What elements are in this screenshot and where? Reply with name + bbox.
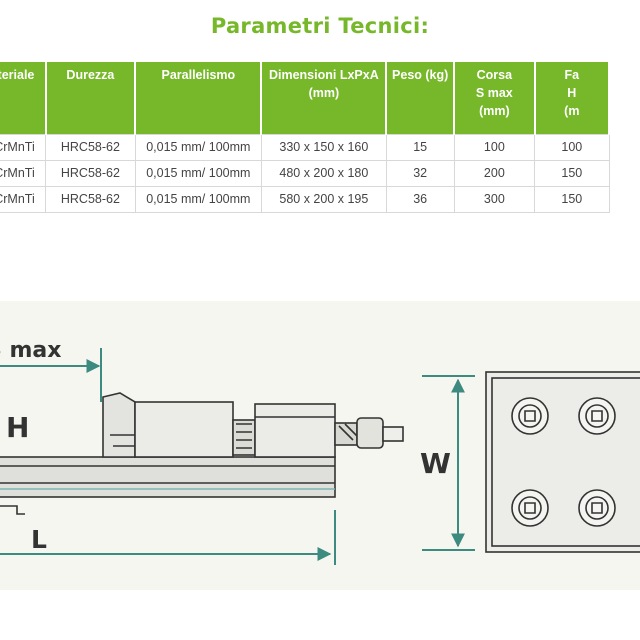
cell-corsa: 300 (454, 186, 536, 213)
smax-label: S max (0, 338, 62, 363)
header-peso: Peso (kg) (386, 62, 456, 134)
cell-corsa: 200 (454, 160, 536, 187)
table-header-row: Materiale Durezza Parallelismo Dimension… (0, 62, 611, 134)
cell-durezza: HRC58-62 (45, 186, 136, 213)
table-row: 20CrMnTi HRC58-62 0,015 mm/ 100mm 580 x … (0, 186, 610, 213)
cell-peso: 15 (386, 133, 455, 161)
cell-materiale: 20CrMnTi (0, 133, 47, 161)
table-row: 20CrMnTi HRC58-62 0,015 mm/ 100mm 330 x … (0, 133, 610, 161)
vise-side-view (0, 392, 404, 515)
cell-dimensioni: 480 x 200 x 180 (261, 160, 387, 187)
cell-corsa: 100 (454, 133, 536, 161)
vise-top-view (485, 371, 640, 553)
cell-parallelismo: 0,015 mm/ 100mm (135, 160, 262, 187)
cell-peso: 36 (386, 186, 455, 213)
header-h: Fa H (m (534, 62, 611, 134)
w-label: W (420, 447, 451, 480)
header-durezza: Durezza (45, 62, 137, 134)
cell-materiale: 20CrMnTi (0, 186, 47, 213)
header-corsa: Corsa S max (mm) (454, 62, 536, 134)
cell-peso: 32 (386, 160, 455, 187)
cell-dimensioni: 330 x 150 x 160 (261, 133, 387, 161)
vise-technical-drawing: S max H L W (0, 301, 640, 590)
cell-materiale: 20CrMnTi (0, 160, 47, 187)
l-label: L (31, 525, 47, 554)
cell-parallelismo: 0,015 mm/ 100mm (135, 186, 262, 213)
cell-h: 150 (534, 160, 610, 187)
cell-durezza: HRC58-62 (45, 133, 136, 161)
vise-drawing-svg (0, 348, 640, 565)
header-materiale: Materiale (0, 62, 47, 134)
spec-table: Materiale Durezza Parallelismo Dimension… (0, 62, 611, 213)
page-title: Parametri Tecnici: (210, 14, 430, 38)
cell-parallelismo: 0,015 mm/ 100mm (135, 133, 262, 161)
cell-dimensioni: 580 x 200 x 195 (261, 186, 387, 213)
header-dimensioni: Dimensioni LxPxA (mm) (261, 62, 388, 134)
cell-h: 150 (534, 186, 610, 213)
l-dimension (0, 510, 336, 565)
table-row: 20CrMnTi HRC58-62 0,015 mm/ 100mm 480 x … (0, 160, 610, 187)
h-label: H (6, 411, 30, 444)
spec-table-container: Materiale Durezza Parallelismo Dimension… (0, 62, 640, 218)
cell-h: 100 (534, 133, 610, 161)
cell-durezza: HRC58-62 (45, 160, 136, 187)
header-parallelismo: Parallelismo (135, 62, 263, 134)
